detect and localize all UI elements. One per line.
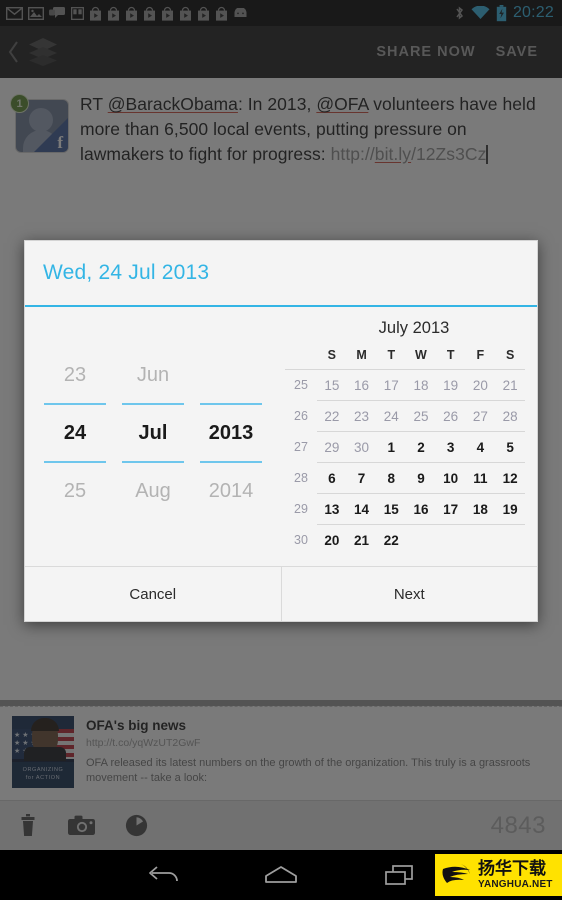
- calendar-week-number: 30: [294, 532, 308, 547]
- watermark-chinese: 扬华下载: [478, 858, 546, 879]
- dialog-title: Wed, 24 Jul 2013: [43, 261, 210, 284]
- year-picker-next[interactable]: 2014: [196, 463, 266, 519]
- calendar-day-empty: [495, 525, 525, 556]
- calendar-week-number: 29: [294, 502, 308, 516]
- calendar-day-empty: [436, 525, 466, 556]
- calendar-day-adjacent-month[interactable]: 19: [435, 369, 466, 401]
- calendar-week-row: 26 22 23 24 25 26 27 28: [285, 400, 525, 432]
- date-picker-dialog: Wed, 24 Jul 2013 23 24 25 Jun Jul Aug 20…: [24, 240, 538, 622]
- calendar-day-adjacent-month[interactable]: 28: [495, 400, 525, 432]
- calendar-day[interactable]: 15: [376, 493, 407, 525]
- back-nav-icon[interactable]: [118, 850, 208, 900]
- calendar-day[interactable]: 19: [495, 493, 525, 525]
- calendar-day-empty: [466, 525, 496, 556]
- calendar-day-adjacent-month[interactable]: 27: [465, 400, 496, 432]
- day-picker-current[interactable]: 24: [40, 405, 110, 461]
- month-picker-next[interactable]: Aug: [118, 463, 188, 519]
- calendar-day[interactable]: 14: [346, 493, 377, 525]
- calendar-day[interactable]: 8: [376, 462, 407, 494]
- watermark-latin: YANGHUA.NET: [478, 878, 553, 890]
- calendar-day[interactable]: 16: [406, 493, 436, 525]
- calendar-view: July 2013 S M T W T F S 25 15 16 17 18 1…: [281, 307, 537, 566]
- calendar-day-adjacent-month[interactable]: 20: [465, 369, 496, 401]
- calendar-week-row: 30 20 21 22: [285, 525, 525, 556]
- calendar-week-row: 29 13 14 15 16 17 18 19: [285, 493, 525, 525]
- calendar-day[interactable]: 1: [376, 431, 407, 463]
- calendar-day-adjacent-month[interactable]: 25: [406, 400, 436, 432]
- calendar-weekday-5: F: [465, 347, 496, 370]
- calendar-day[interactable]: 5: [495, 431, 525, 463]
- calendar-header-row: S M T W T F S: [285, 347, 525, 370]
- calendar-week-row: 27 29 30 1 2 3 4 5: [285, 431, 525, 463]
- year-picker-prev[interactable]: [196, 347, 266, 403]
- calendar-week-row: 28 6 7 8 9 10 11 12: [285, 462, 525, 494]
- calendar-week-number: 28: [294, 471, 308, 485]
- calendar-day-adjacent-month[interactable]: 15: [317, 369, 347, 401]
- calendar-day-empty: [406, 525, 436, 556]
- calendar-day[interactable]: 3: [435, 431, 466, 463]
- calendar-week-col-header: [285, 347, 317, 370]
- date-spinner-group: 23 24 25 Jun Jul Aug 2013 2014: [25, 307, 281, 566]
- calendar-day[interactable]: 21: [347, 525, 377, 556]
- calendar-day[interactable]: 18: [465, 493, 496, 525]
- calendar-weekday-1: M: [346, 347, 377, 370]
- calendar-day-adjacent-month[interactable]: 17: [376, 369, 407, 401]
- calendar-day[interactable]: 9: [406, 462, 436, 494]
- calendar-day-adjacent-month[interactable]: 24: [376, 400, 407, 432]
- calendar-month-title: July 2013: [378, 319, 450, 337]
- calendar-day-adjacent-month[interactable]: 23: [346, 400, 377, 432]
- calendar-body: 25 15 16 17 18 19 20 21 26 22 23 24 25 26 27 28 27 29 30 1 2…: [285, 369, 525, 556]
- calendar-day[interactable]: 17: [435, 493, 466, 525]
- calendar-day[interactable]: 20: [317, 525, 347, 556]
- month-picker[interactable]: Jun Jul Aug: [118, 347, 188, 519]
- month-picker-current[interactable]: Jul: [118, 405, 188, 461]
- calendar-day-adjacent-month[interactable]: 29: [317, 431, 347, 463]
- calendar-day[interactable]: 12: [495, 462, 525, 494]
- calendar-day[interactable]: 22: [376, 525, 406, 556]
- calendar-day[interactable]: 4: [465, 431, 496, 463]
- calendar-day[interactable]: 13: [317, 493, 347, 525]
- day-picker[interactable]: 23 24 25: [40, 347, 110, 519]
- calendar-day[interactable]: 2: [406, 431, 436, 463]
- calendar-day-adjacent-month[interactable]: 16: [346, 369, 377, 401]
- cancel-button[interactable]: Cancel: [25, 567, 282, 621]
- calendar-weekday-3: W: [406, 347, 436, 370]
- site-watermark: 扬华下载 YANGHUA.NET: [435, 854, 562, 896]
- calendar-weekday-2: T: [376, 347, 407, 370]
- calendar-day-adjacent-month[interactable]: 18: [406, 369, 436, 401]
- calendar-week-number: 26: [294, 409, 308, 423]
- calendar-day-adjacent-month[interactable]: 22: [317, 400, 347, 432]
- calendar-weekday-4: T: [435, 347, 466, 370]
- watermark-text: 扬华下载 YANGHUA.NET: [478, 858, 553, 890]
- calendar-week-number: 25: [294, 378, 308, 393]
- calendar-weekday-0: S: [317, 347, 347, 370]
- android-navigation-bar: 扬华下载 YANGHUA.NET: [0, 850, 562, 900]
- day-picker-prev[interactable]: 23: [40, 347, 110, 403]
- dialog-button-bar: Cancel Next: [25, 566, 537, 621]
- year-picker[interactable]: 2013 2014: [196, 347, 266, 519]
- home-nav-icon[interactable]: [236, 850, 326, 900]
- next-button[interactable]: Next: [282, 567, 538, 621]
- recents-nav-icon[interactable]: [354, 850, 444, 900]
- year-picker-current[interactable]: 2013: [196, 405, 266, 461]
- calendar-week-number: 27: [294, 440, 308, 454]
- device-screen: 20:22 SHARE NOW SAVE 1 f: [0, 0, 562, 900]
- calendar-day-adjacent-month[interactable]: 26: [435, 400, 466, 432]
- calendar-day[interactable]: 7: [346, 462, 377, 494]
- calendar-day-adjacent-month[interactable]: 21: [495, 369, 525, 401]
- calendar-day[interactable]: 6: [317, 462, 347, 494]
- month-picker-prev[interactable]: Jun: [118, 347, 188, 403]
- calendar-weekday-6: S: [495, 347, 525, 370]
- watermark-logo-icon: [439, 858, 475, 892]
- calendar-grid: S M T W T F S 25 15 16 17 18 19 20 21 26 22 23 24 25…: [285, 347, 525, 555]
- calendar-day[interactable]: 10: [435, 462, 466, 494]
- calendar-day-adjacent-month[interactable]: 30: [346, 431, 377, 463]
- calendar-week-row: 25 15 16 17 18 19 20 21: [285, 369, 525, 401]
- dialog-body: 23 24 25 Jun Jul Aug 2013 2014 July 2013…: [25, 307, 537, 566]
- calendar-day[interactable]: 11: [465, 462, 496, 494]
- dialog-header: Wed, 24 Jul 2013: [25, 241, 537, 307]
- day-picker-next[interactable]: 25: [40, 463, 110, 519]
